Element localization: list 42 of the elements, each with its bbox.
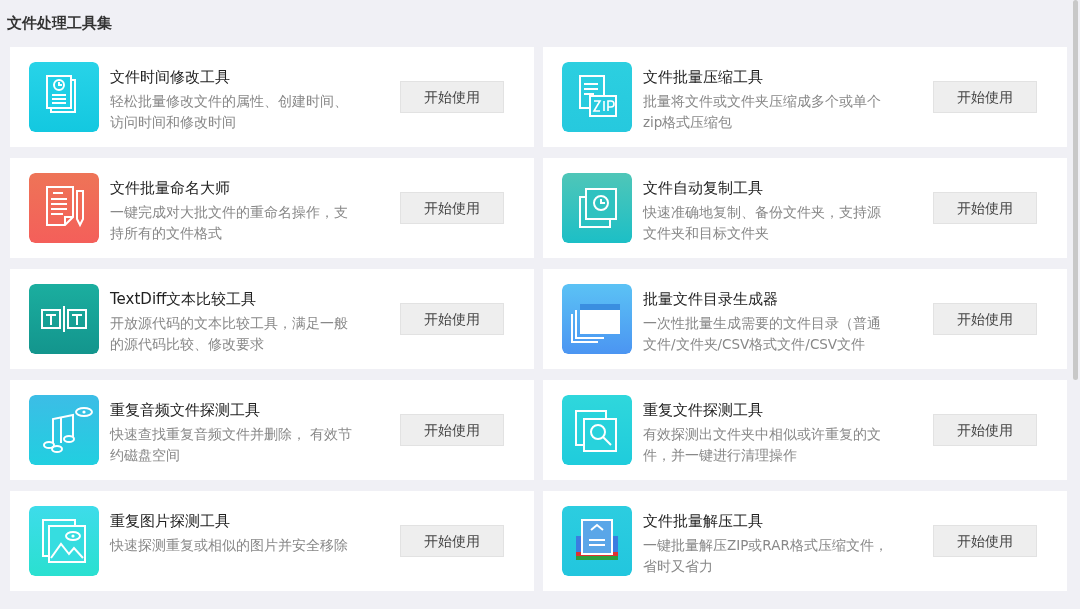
start-button[interactable]: 开始使用 [933,303,1037,335]
start-button[interactable]: 开始使用 [933,525,1037,557]
tool-description: 一键完成对大批文件的重命名操作，支 持所有的文件格式 [110,203,349,243]
tool-description: 开放源代码的文本比较工具，满足一般 的源代码比较、修改要求 [110,314,349,354]
tool-description: 快速查找重复音频文件并删除， 有效节 约磁盘空间 [110,425,354,465]
copy-tool-icon [562,173,632,243]
start-button[interactable]: 开始使用 [400,303,504,335]
start-button[interactable]: 开始使用 [400,192,504,224]
tool-title: 重复文件探测工具 [643,400,763,421]
diff-tool-icon [29,284,99,354]
tool-description: 轻松批量修改文件的属性、创建时间、 访问时间和修改时间 [110,92,349,132]
time-tool-icon [29,62,99,132]
music-tool-icon [29,395,99,465]
tool-description: 一次性批量生成需要的文件目录（普通 文件/文件夹/CSV格式文件/CSV文件 [643,314,882,354]
tool-title: 批量文件目录生成器 [643,289,778,310]
tool-title: 文件时间修改工具 [110,67,230,88]
start-button[interactable]: 开始使用 [400,81,504,113]
tool-title: 文件自动复制工具 [643,178,763,199]
tool-title: 文件批量压缩工具 [643,67,763,88]
tool-description: 快速准确地复制、备份文件夹，支持源 文件夹和目标文件夹 [643,203,882,243]
tool-title: 重复音频文件探测工具 [110,400,260,421]
tool-title: 重复图片探测工具 [110,511,230,532]
start-button[interactable]: 开始使用 [400,525,504,557]
image-tool-icon [29,506,99,576]
start-button[interactable]: 开始使用 [933,414,1037,446]
tool-description: 快速探测重复或相似的图片并安全移除 [110,536,349,555]
tool-description: 有效探测出文件夹中相似或许重复的文 件，并一键进行清理操作 [643,425,882,465]
start-button[interactable]: 开始使用 [933,192,1037,224]
unzip-tool-icon [562,506,632,576]
folder-tool-icon [562,284,632,354]
section-title: 文件处理工具集 [7,13,113,34]
tool-description: 批量将文件或文件夹压缩成多个或单个 zip格式压缩包 [643,92,882,132]
scrollbar-thumb[interactable] [1073,0,1078,380]
start-button[interactable]: 开始使用 [400,414,504,446]
tool-title: TextDiff文本比较工具 [110,289,257,310]
start-button[interactable]: 开始使用 [933,81,1037,113]
tool-title: 文件批量解压工具 [643,511,763,532]
tool-title: 文件批量命名大师 [110,178,230,199]
search-tool-icon [562,395,632,465]
tool-description: 一键批量解压ZIP或RAR格式压缩文件， 省时又省力 [643,536,889,576]
zip-tool-icon [562,62,632,132]
rename-tool-icon [29,173,99,243]
